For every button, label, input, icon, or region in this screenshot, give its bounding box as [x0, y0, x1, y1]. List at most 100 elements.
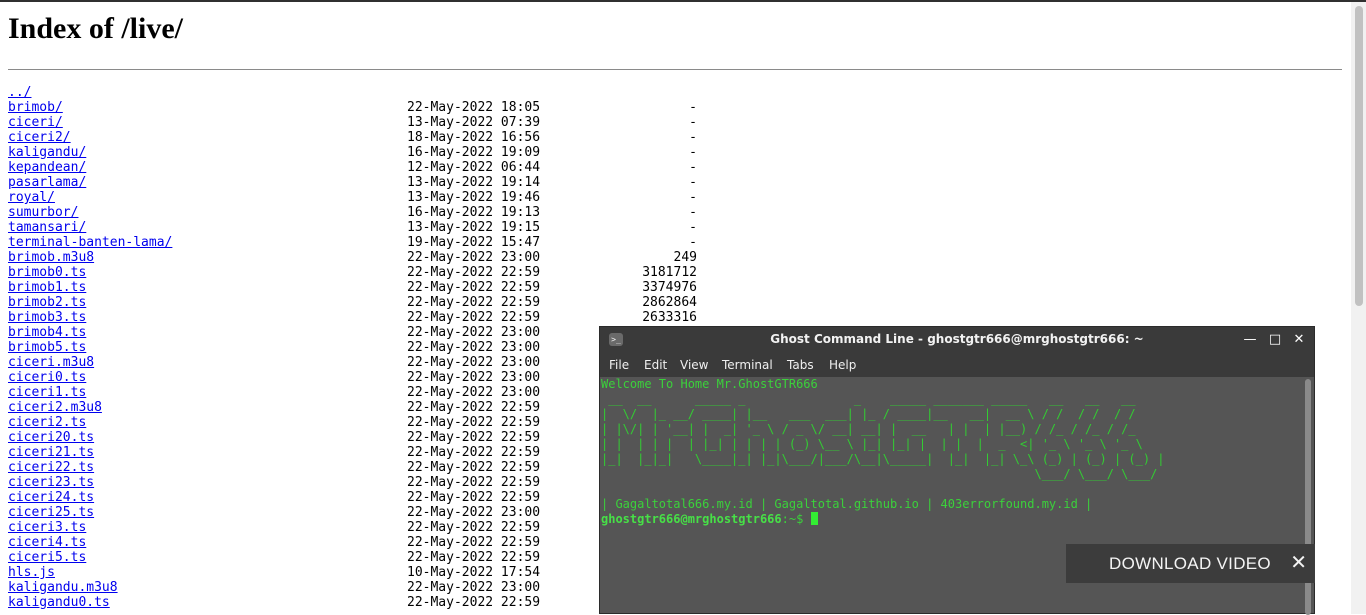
- scrollbar-thumb[interactable]: [1355, 6, 1363, 306]
- file-size: 3181712: [642, 265, 697, 280]
- terminal-prompt-suffix: :~$: [781, 512, 811, 526]
- file-link[interactable]: ciceri20.ts: [8, 430, 94, 445]
- file-link[interactable]: tamansari/: [8, 220, 86, 235]
- file-size: -: [689, 115, 697, 130]
- listing-row: brimob2.ts 22-May-2022 22:59 2862864: [8, 295, 728, 310]
- ascii-art-line: | | | | | | |_| | | | | (_) \__ \ |_| |_…: [601, 437, 1143, 451]
- listing-row: tamansari/13-May-2022 19:15-: [8, 220, 728, 235]
- file-size: -: [689, 190, 697, 205]
- file-link[interactable]: kepandean/: [8, 160, 86, 175]
- listing-row: brimob3.ts 22-May-2022 22:59 2633316: [8, 310, 728, 325]
- file-link[interactable]: ciceri4.ts: [8, 535, 86, 550]
- terminal-prompt-line[interactable]: ghostgtr666@mrghostgtr666:~$: [601, 512, 1302, 527]
- file-link[interactable]: ciceri/: [8, 115, 63, 130]
- listing-row: brimob0.ts 22-May-2022 22:59 3181712: [8, 265, 728, 280]
- listing-row: sumurbor/16-May-2022 19:13-: [8, 205, 728, 220]
- file-size: 249: [673, 250, 697, 265]
- listing-row: kepandean/12-May-2022 06:44-: [8, 160, 728, 175]
- file-size: -: [689, 145, 697, 160]
- terminal-prompt-user: ghostgtr666@mrghostgtr666: [601, 512, 782, 526]
- file-link[interactable]: brimob.m3u8: [8, 250, 94, 265]
- ascii-art-line: \___/ \___/ \___/: [601, 467, 1158, 481]
- maximize-icon[interactable]: □: [1265, 330, 1285, 350]
- file-size: -: [689, 100, 697, 115]
- file-link[interactable]: ciceri23.ts: [8, 475, 94, 490]
- menu-tabs[interactable]: Tabs: [787, 358, 814, 372]
- file-link[interactable]: brimob2.ts: [8, 295, 86, 310]
- file-link[interactable]: ciceri1.ts: [8, 385, 86, 400]
- terminal-links: | Gagaltotal666.my.id | Gagaltotal.githu…: [601, 497, 1093, 511]
- banner-close-icon[interactable]: ✕: [1290, 551, 1307, 575]
- file-link[interactable]: kaligandu/: [8, 145, 86, 160]
- file-link[interactable]: sumurbor/: [8, 205, 78, 220]
- listing-row: ciceri2/18-May-2022 16:56-: [8, 130, 728, 145]
- file-date: 22-May-2022 23:00: [407, 355, 541, 370]
- file-link[interactable]: brimob3.ts: [8, 310, 86, 325]
- menu-file[interactable]: File: [609, 358, 629, 372]
- listing-row: brimob/22-May-2022 18:05-: [8, 100, 728, 115]
- file-size: 3374976: [642, 280, 697, 295]
- listing-row: pasarlama/13-May-2022 19:14-: [8, 175, 728, 190]
- file-link[interactable]: ciceri2.ts: [8, 415, 86, 430]
- terminal-menubar: File Edit View Terminal Tabs Help: [600, 353, 1314, 377]
- ascii-art-line: __ __ _____ _ _ _____ _______ _____ __ _…: [601, 392, 1136, 406]
- file-date: 22-May-2022 23:00: [407, 340, 541, 355]
- listing-row: ../: [8, 85, 728, 100]
- minimize-icon[interactable]: —: [1240, 330, 1260, 350]
- file-link[interactable]: ciceri2.m3u8: [8, 400, 102, 415]
- file-size: -: [689, 235, 697, 250]
- file-link[interactable]: royal/: [8, 190, 55, 205]
- terminal-welcome: Welcome To Home Mr.GhostGTR666: [601, 377, 818, 391]
- file-size: 2633316: [642, 310, 697, 325]
- ascii-art-line: | \/ |_ __/ ____| |__ ___ ___| |_ / ____…: [601, 407, 1136, 421]
- ascii-art-line: | |\/| | '__| | _| '_ \ / _ \/ __| __| |…: [601, 422, 1136, 436]
- file-link[interactable]: ciceri2/: [8, 130, 71, 145]
- file-link[interactable]: ciceri25.ts: [8, 505, 94, 520]
- terminal-cursor: [810, 512, 818, 525]
- download-video-banner[interactable]: DOWNLOAD VIDEO ✕: [1066, 544, 1315, 583]
- file-date: 22-May-2022 23:00: [407, 325, 541, 340]
- file-date: 22-May-2022 23:00: [407, 370, 541, 385]
- file-link[interactable]: ciceri22.ts: [8, 460, 94, 475]
- menu-terminal[interactable]: Terminal: [722, 358, 773, 372]
- download-video-label[interactable]: DOWNLOAD VIDEO: [1109, 554, 1271, 574]
- file-link[interactable]: ciceri5.ts: [8, 550, 86, 565]
- menu-view[interactable]: View: [680, 358, 708, 372]
- file-link[interactable]: brimob1.ts: [8, 280, 86, 295]
- file-link[interactable]: brimob/: [8, 100, 63, 115]
- listing-row: brimob1.ts 22-May-2022 22:59 3374976: [8, 280, 728, 295]
- terminal-ascii-art: __ __ _____ _ _ _____ _______ _____ __ _…: [601, 392, 1302, 482]
- file-link[interactable]: brimob4.ts: [8, 325, 86, 340]
- file-link[interactable]: ciceri24.ts: [8, 490, 94, 505]
- listing-row: ciceri/13-May-2022 07:39-: [8, 115, 728, 130]
- listing-row: kaligandu/16-May-2022 19:09-: [8, 145, 728, 160]
- ascii-art-line: |_| |_|_| \____|_| |_|\___/|___/\__|\___…: [601, 452, 1165, 466]
- terminal-title: Ghost Command Line - ghostgtr666@mrghost…: [770, 332, 1144, 346]
- terminal-titlebar[interactable]: >_ Ghost Command Line - ghostgtr666@mrgh…: [600, 327, 1314, 353]
- file-link[interactable]: hls.js: [8, 565, 55, 580]
- file-link[interactable]: brimob5.ts: [8, 340, 86, 355]
- page-scrollbar[interactable]: [1351, 2, 1366, 614]
- file-link[interactable]: ciceri.m3u8: [8, 355, 94, 370]
- listing-row: brimob.m3u8 22-May-2022 23:00 249: [8, 250, 728, 265]
- file-link[interactable]: kaligandu0.ts: [8, 595, 110, 610]
- file-link[interactable]: ciceri21.ts: [8, 445, 94, 460]
- close-icon[interactable]: ✕: [1289, 330, 1309, 350]
- file-size: -: [689, 205, 697, 220]
- horizontal-rule: [8, 69, 1342, 70]
- file-size: -: [689, 220, 697, 235]
- file-link[interactable]: pasarlama/: [8, 175, 86, 190]
- file-size: 2862864: [642, 295, 697, 310]
- file-link[interactable]: ciceri0.ts: [8, 370, 86, 385]
- file-link[interactable]: ../: [8, 85, 31, 100]
- file-size: -: [689, 130, 697, 145]
- file-link[interactable]: kaligandu.m3u8: [8, 580, 118, 595]
- file-link[interactable]: ciceri3.ts: [8, 520, 86, 535]
- file-size: -: [689, 175, 697, 190]
- file-size: -: [689, 160, 697, 175]
- menu-edit[interactable]: Edit: [644, 358, 667, 372]
- file-link[interactable]: terminal-banten-lama/: [8, 235, 172, 250]
- file-link[interactable]: brimob0.ts: [8, 265, 86, 280]
- listing-row: royal/13-May-2022 19:46-: [8, 190, 728, 205]
- menu-help[interactable]: Help: [829, 358, 856, 372]
